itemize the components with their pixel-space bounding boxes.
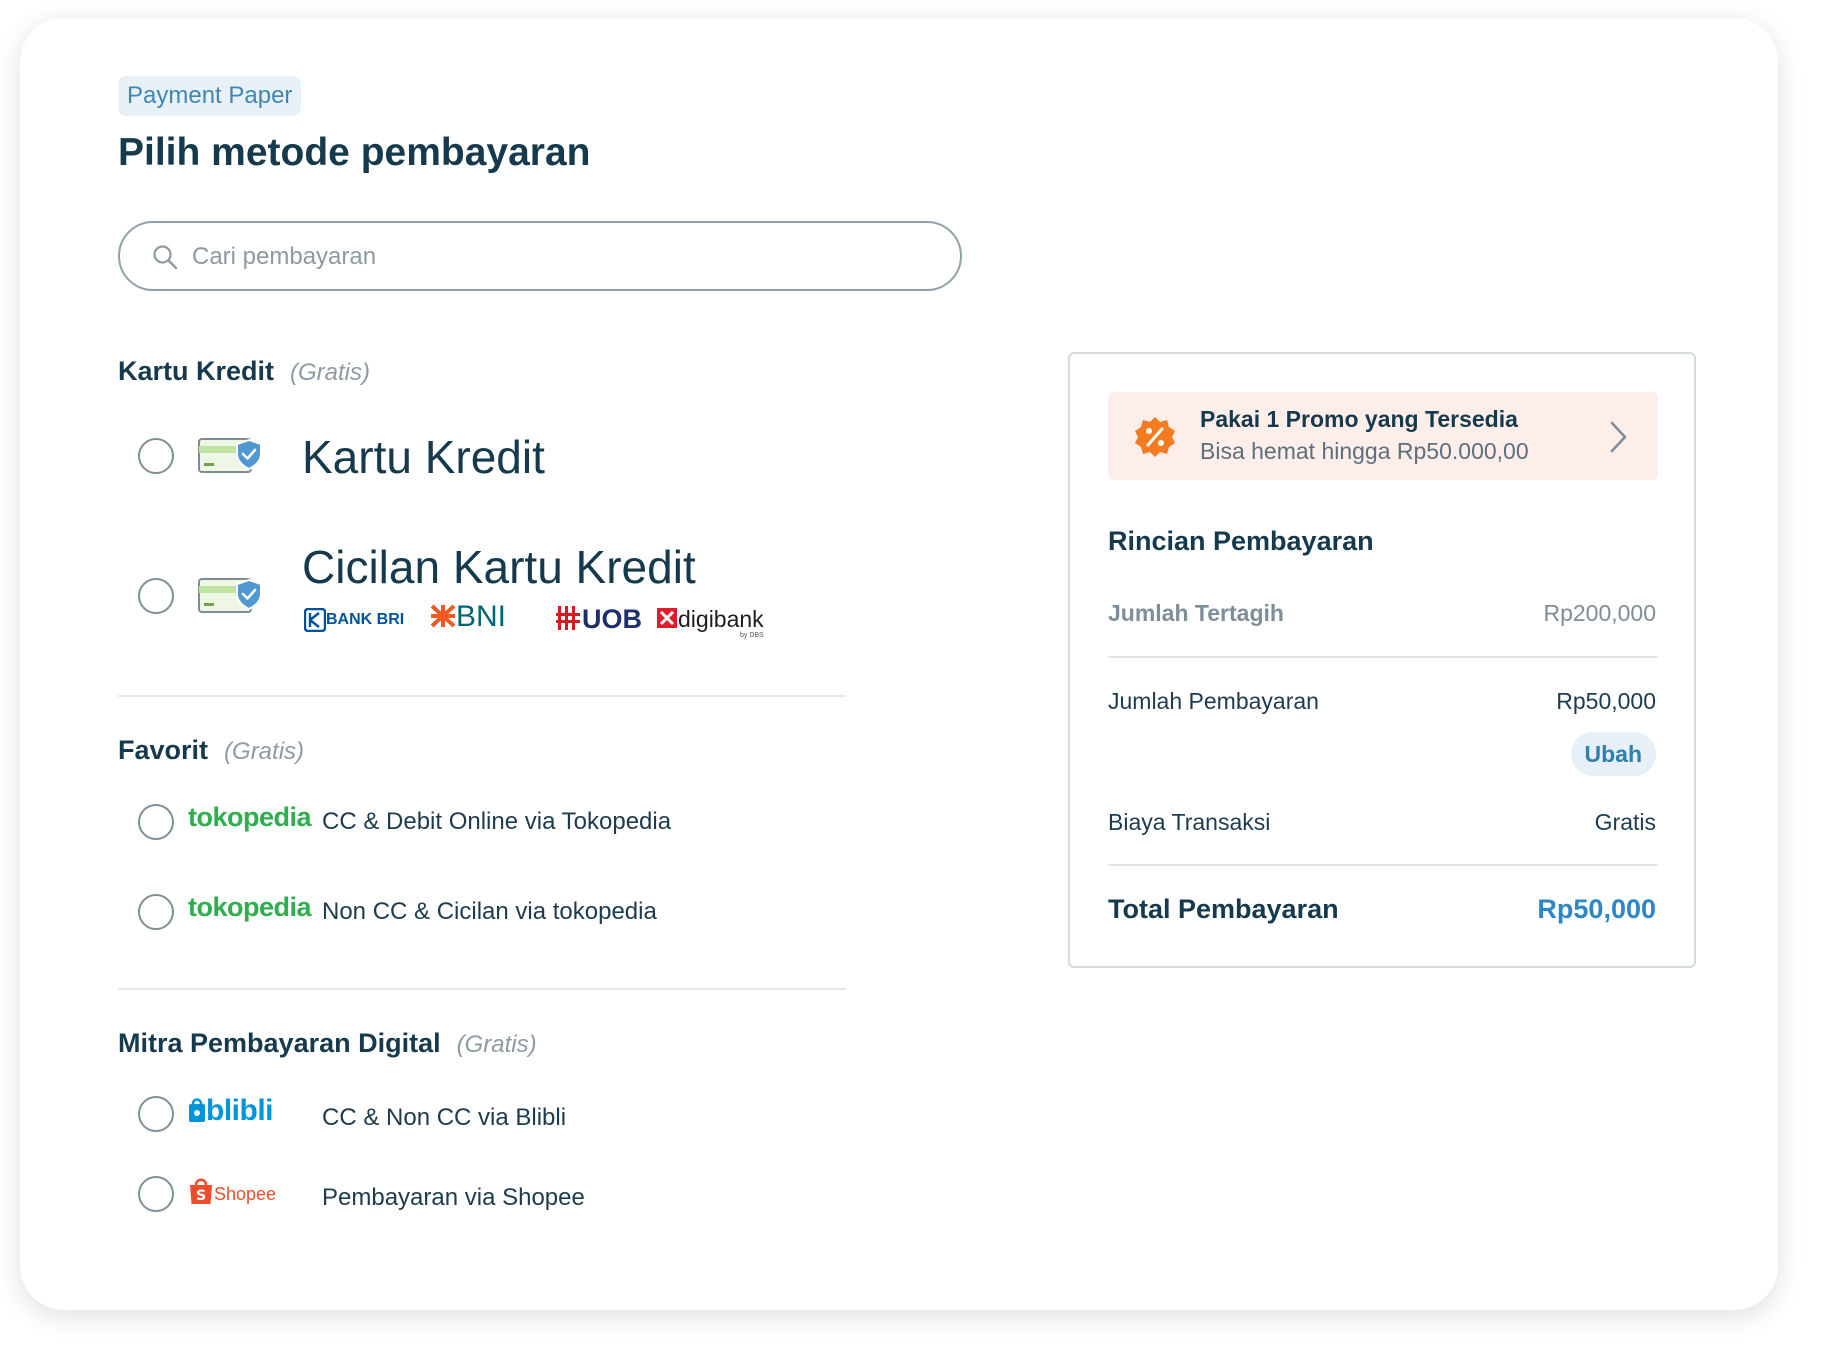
summary-divider <box>1108 864 1658 866</box>
jumlah-pembayaran-label: Jumlah Pembayaran <box>1108 688 1319 714</box>
bank-bri-text: BANK BRI <box>326 611 405 629</box>
option-cicilan-label: Cicilan Kartu Kredit <box>302 541 696 593</box>
option-blibli-label: CC & Non CC via Blibli <box>322 1104 567 1131</box>
section-mitra-header: Mitra Pembayaran Digital (Gratis) <box>118 1028 537 1059</box>
bank-digibank-sub: by DBS <box>740 632 764 639</box>
promo-subtitle: Bisa hemat hingga Rp50.000,00 <box>1200 438 1529 464</box>
option-tokopedia-cc-label: CC & Debit Online via Tokopedia <box>322 808 672 835</box>
chevron-right-icon[interactable] <box>1608 420 1630 454</box>
section-favorit-header: Favorit (Gratis) <box>118 735 304 766</box>
section-divider <box>118 988 846 990</box>
bank-digibank-text: digibank <box>678 606 764 632</box>
promo-title: Pakai 1 Promo yang Tersedia <box>1200 406 1518 432</box>
section-title: Favorit <box>118 735 209 765</box>
option-shopee-label: Pembayaran via Shopee <box>322 1184 585 1211</box>
option-kartu-kredit-label: Kartu Kredit <box>302 431 545 483</box>
section-title: Kartu Kredit <box>118 356 275 386</box>
radio-cicilan-kartu-kredit[interactable] <box>138 578 174 614</box>
promo-banner[interactable]: Pakai 1 Promo yang Tersedia Bisa hemat h… <box>1108 392 1658 480</box>
jumlah-tertagih-label: Jumlah Tertagih <box>1108 600 1284 626</box>
bank-digibank-logo: digibank by DBS <box>656 606 764 639</box>
promo-percent-icon <box>1135 417 1175 457</box>
radio-tokopedia-non-cc[interactable] <box>138 894 174 930</box>
payment-summary-panel: Pakai 1 Promo yang Tersedia Bisa hemat h… <box>1068 352 1696 968</box>
total-pembayaran-label: Total Pembayaran <box>1108 894 1339 924</box>
blibli-logo: blibli <box>188 1094 274 1128</box>
biaya-transaksi-value: Gratis <box>1594 809 1656 835</box>
search-box <box>118 221 962 291</box>
jumlah-pembayaran-value: Rp50,000 <box>1556 688 1656 714</box>
tokopedia-logo: tokopedia <box>188 892 312 922</box>
section-fee: (Gratis) <box>290 359 371 386</box>
shopee-logo-text: Shopee <box>214 1184 277 1204</box>
bank-bni-logo: BNI <box>430 600 506 634</box>
radio-kartu-kredit[interactable] <box>138 438 174 474</box>
radio-tokopedia-cc[interactable] <box>138 804 174 840</box>
bank-bni-text: BNI <box>456 600 507 633</box>
bri-mark-icon <box>303 607 327 633</box>
dbs-mark-icon <box>657 608 677 628</box>
ubah-button[interactable]: Ubah <box>1570 732 1656 776</box>
shopee-bag-icon: S <box>190 1178 212 1204</box>
bni-mark-icon <box>430 604 456 628</box>
blibli-bag-icon <box>189 1098 205 1122</box>
credit-card-shield-icon <box>198 438 262 473</box>
page-title: Pilih metode pembayaran <box>118 131 591 174</box>
section-fee: (Gratis) <box>456 1031 537 1058</box>
option-tokopedia-non-cc-label: Non CC & Cicilan via tokopedia <box>322 898 657 925</box>
summary-divider <box>1108 656 1658 658</box>
bank-bri-logo: BANK BRI <box>303 607 405 633</box>
bank-uob-text: UOB <box>582 604 642 634</box>
radio-blibli[interactable] <box>138 1096 174 1132</box>
section-divider <box>118 695 846 697</box>
bank-uob-logo: UOB <box>556 604 642 635</box>
page-badge: Payment Paper <box>118 76 302 116</box>
radio-shopee[interactable] <box>138 1176 174 1212</box>
summary-title: Rincian Pembayaran <box>1108 526 1374 556</box>
payment-card: Payment Paper Pilih metode pembayaran Ka… <box>20 18 1778 1310</box>
search-icon <box>153 245 178 270</box>
blibli-logo-text: blibli <box>206 1094 274 1127</box>
tokopedia-logo: tokopedia <box>188 802 312 832</box>
uob-mark-icon <box>556 606 580 630</box>
shopee-logo: S Shopee <box>188 1176 276 1206</box>
biaya-transaksi-label: Biaya Transaksi <box>1108 809 1271 835</box>
section-fee: (Gratis) <box>224 738 305 765</box>
section-title: Mitra Pembayaran Digital <box>118 1028 441 1058</box>
credit-card-shield-icon <box>198 578 262 613</box>
search-input[interactable] <box>190 237 894 277</box>
total-pembayaran-value: Rp50,000 <box>1537 894 1656 924</box>
section-kartu-kredit-header: Kartu Kredit (Gratis) <box>118 356 370 387</box>
svg-text:S: S <box>196 1188 206 1204</box>
jumlah-tertagih-value: Rp200,000 <box>1543 600 1656 626</box>
